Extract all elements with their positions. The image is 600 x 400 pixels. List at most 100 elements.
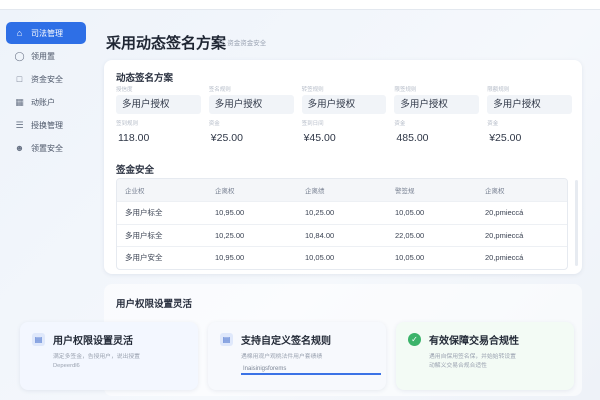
table-cell: 10,05.00: [395, 253, 425, 263]
settings-icon: ⚙: [218, 39, 225, 46]
table-cell: 10,84.00: [305, 230, 335, 240]
field-value[interactable]: 多用户授权: [208, 95, 294, 114]
breadcrumb-label: 资金资金安全: [227, 40, 267, 47]
field-label: 转签规则: [301, 87, 324, 93]
sidebar-item-security[interactable]: ☻ 领置安全: [6, 137, 86, 159]
field-label: 签到日间: [301, 121, 324, 127]
table-cell: 10,05.00: [305, 253, 335, 263]
column-header[interactable]: 企业权: [117, 185, 207, 195]
scheme-field: 资金 ¥25.00: [209, 120, 294, 148]
table-cell: 10,95.00: [215, 208, 245, 218]
table-cell: 10,95.00: [215, 253, 245, 263]
table-scrollbar[interactable]: [575, 180, 578, 266]
scheme-field: 资金 485.00: [394, 120, 479, 148]
sidebar-item-funds[interactable]: □ 资金安全: [6, 68, 86, 90]
sidebar-item-label: 动账户: [31, 97, 55, 107]
sidebar-item-label: 资金安全: [31, 74, 63, 84]
feature-title: 有效保障交易合规性: [429, 336, 519, 347]
field-value: ¥45.00: [303, 132, 336, 144]
field-value: 485.00: [396, 132, 429, 144]
home-icon: ⌂: [16, 28, 23, 38]
feature-desc-line: Depeerdl6: [53, 363, 80, 369]
feature-description: 遇用自保用签名保，并始始转设置 动解义交易合规合适性: [408, 353, 562, 371]
sidebar-item-judicial[interactable]: ⌂ 司法管理: [6, 22, 86, 44]
scheme-row: 签到规则 118.00 资金 ¥25.00 签到日间 ¥45.00 资金 485…: [116, 120, 572, 148]
table-cell: 10,25.00: [305, 208, 335, 218]
feature-head: ▤ 支持自定义签名规则: [220, 332, 374, 347]
scheme-section-title: 动态签名方案: [116, 73, 174, 84]
breadcrumb[interactable]: ⚙ 资金资金安全: [218, 37, 266, 47]
feature-desc-line: 遇棉用观户观桃法件用户套绩绩: [241, 354, 323, 360]
document-icon: □: [16, 74, 23, 84]
sidebar-item-label: 领用置: [31, 51, 55, 61]
table-cell: 多用户安全: [125, 253, 163, 263]
table-row[interactable]: 多用户安全 10,95.00 10,05.00 10,05.00 20,pmie…: [117, 246, 567, 269]
sidebar-item-label: 司法管理: [31, 28, 63, 38]
column-header[interactable]: 企离权: [207, 185, 297, 195]
sidebar-item-account[interactable]: ▦ 动账户: [6, 91, 86, 113]
sidebar-item-claim[interactable]: ◯ 领用置: [6, 45, 86, 67]
feature-description: 遇棉用观户观桃法件用户套绩绩: [220, 353, 374, 362]
field-value: ¥25.00: [210, 132, 243, 144]
feature-title: 用户权限设置灵活: [53, 336, 133, 347]
rule-input[interactable]: Inaisinigsforems: [241, 364, 381, 375]
feature-head: ✓ 有效保障交易合规性: [408, 332, 562, 347]
calendar-icon: ▦: [15, 96, 24, 107]
column-header[interactable]: 警签规: [387, 185, 477, 195]
field-value[interactable]: 多用户授权: [301, 95, 387, 114]
table-row[interactable]: 多用户标全 10,95.00 10,25.00 10,05.00 20,pmie…: [117, 201, 567, 224]
page-title: 采用动态签名方案: [106, 35, 227, 52]
sidebar-item-label: 领置安全: [31, 143, 63, 153]
feature-desc-line: 遇用自保用签名保，并始始转设置: [429, 354, 516, 360]
person-icon: ☻: [14, 143, 25, 153]
sidebar: ⌂ 司法管理 ◯ 领用置 □ 资金安全 ▦ 动账户 ☰ 授换管理 ☻ 领置安全: [6, 22, 86, 160]
field-value[interactable]: 多用户授权: [487, 95, 572, 114]
feature-description: 满定多签金，告授用户，说出授置 Depeerdl6: [32, 353, 186, 371]
scheme-field: 签到日间 ¥45.00: [302, 120, 387, 148]
scheme-field[interactable]: 转签规则 多用户授权: [301, 86, 387, 114]
table-row[interactable]: 多用户标全 10,25.00 10,84.00 22,05.00 20,pmie…: [117, 223, 567, 247]
scheme-field: 资金 ¥25.00: [487, 120, 572, 148]
sidebar-item-label: 授换管理: [31, 120, 63, 130]
document-icon: ▤: [220, 333, 233, 346]
scheme-field[interactable]: 限签规则 多用户授权: [394, 86, 480, 114]
table-cell: 多用户标全: [125, 230, 163, 240]
field-label: 授信度: [116, 87, 133, 93]
permissions-section-title: 用户权限设置灵活: [116, 299, 193, 310]
feature-card-permissions[interactable]: ▤ 用户权限设置灵活 满定多签金，告授用户，说出授置 Depeerdl6: [20, 322, 198, 390]
field-value[interactable]: 多用户授权: [116, 95, 201, 114]
scheme-row: 授信度 多用户授权 签名规则 多用户授权 转签规则 多用户授权 限签规则 多用户…: [116, 86, 572, 114]
top-bar: [0, 0, 600, 10]
field-label: 资金: [208, 121, 220, 127]
field-label: 签名规则: [208, 87, 231, 93]
list-icon: ☰: [15, 119, 24, 130]
scheme-field[interactable]: 授信度 多用户授权: [116, 86, 201, 114]
table-cell: 20,pmieccá: [485, 230, 524, 240]
table-cell: 多用户标全: [125, 208, 163, 218]
sidebar-item-authorization[interactable]: ☰ 授换管理: [6, 114, 86, 136]
scheme-fields: 授信度 多用户授权 签名规则 多用户授权 转签规则 多用户授权 限签规则 多用户…: [116, 86, 572, 152]
column-header[interactable]: 企离权: [477, 185, 567, 195]
feature-card-custom-rules[interactable]: ▤ 支持自定义签名规则 遇棉用观户观桃法件用户套绩绩 Inaisinigsfor…: [208, 322, 386, 390]
field-label: 资金: [487, 121, 499, 127]
feature-title: 支持自定义签名规则: [241, 336, 331, 347]
table-cell: 10,05.00: [395, 208, 425, 218]
feature-head: ▤ 用户权限设置灵活: [32, 332, 186, 347]
feature-card-compliance[interactable]: ✓ 有效保障交易合规性 遇用自保用签名保，并始始转设置 动解义交易合规合适性: [396, 322, 574, 390]
column-header[interactable]: 企离绩: [297, 185, 387, 195]
security-section-title: 签金安全: [116, 165, 155, 176]
user-icon: ◯: [14, 50, 25, 61]
scheme-field[interactable]: 限额规则 多用户授权: [487, 86, 572, 114]
table-cell: 10,25.00: [215, 230, 245, 240]
table-cell: 20,pmieccá: [485, 208, 524, 218]
scheme-field[interactable]: 签名规则 多用户授权: [208, 86, 294, 114]
field-value[interactable]: 多用户授权: [394, 95, 480, 114]
feature-desc-line: 满定多签金，告授用户，说出授置: [53, 354, 140, 360]
field-label: 限签规则: [394, 87, 417, 93]
security-table: 企业权 企离权 企离绩 警签规 企离权 多用户标全 10,95.00 10,25…: [116, 178, 568, 270]
field-value: 118.00: [118, 132, 150, 144]
field-label: 限额规则: [487, 87, 510, 93]
feature-desc-line: 动解义交易合规合适性: [429, 363, 487, 369]
check-circle-icon: ✓: [408, 333, 421, 346]
field-value: ¥25.00: [489, 132, 522, 144]
